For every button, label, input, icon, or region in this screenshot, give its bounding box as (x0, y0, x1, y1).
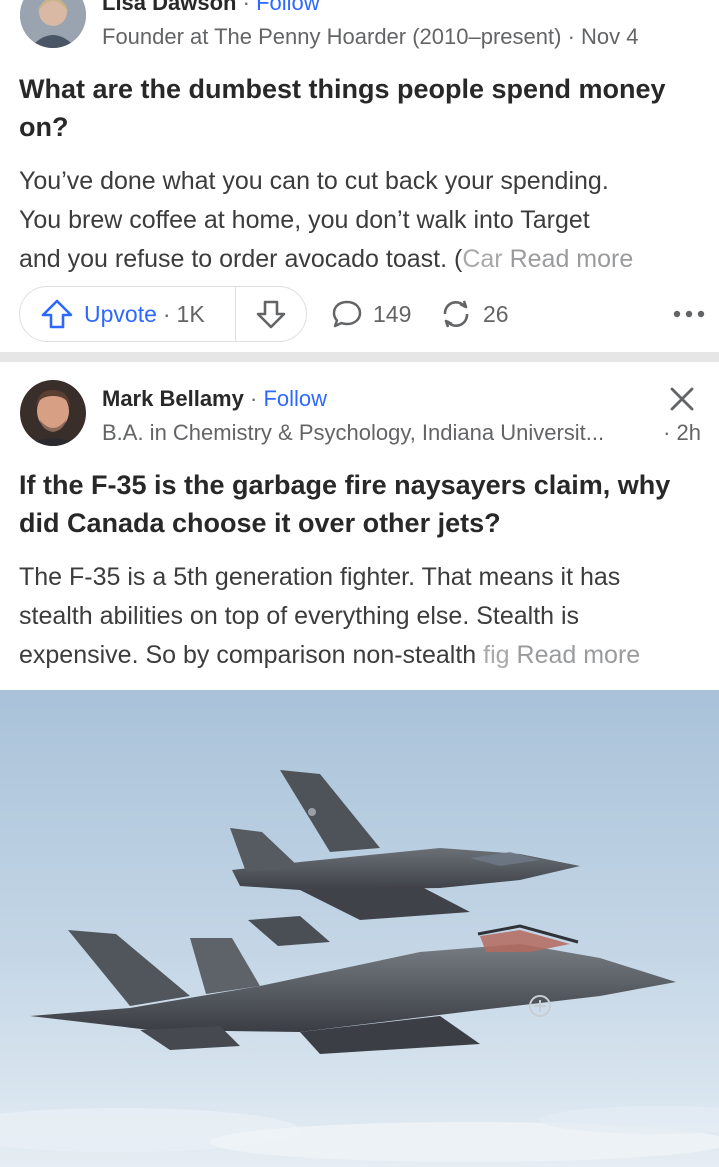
upvote-separator: · (162, 300, 171, 327)
author-line: Lisa Dawson · Follow (102, 0, 320, 16)
feed-post-1: Lisa Dawson · Follow Founder at The Penn… (0, 0, 719, 352)
excerpt-line: You’ve done what you can to cut back you… (19, 167, 609, 195)
question-title[interactable]: If the F-35 is the garbage fire naysayer… (19, 466, 709, 542)
follow-button[interactable]: Follow (263, 386, 327, 411)
excerpt-line-last: expensive. So by comparison non-stealth … (19, 636, 709, 675)
post-date: Nov 4 (581, 24, 639, 49)
question-title[interactable]: What are the dumbest things people spend… (19, 70, 709, 146)
excerpt-line-last: and you refuse to order avocado toast. (… (19, 240, 709, 279)
excerpt-fade: Car (462, 245, 503, 273)
dismiss-button[interactable] (667, 384, 697, 414)
share-count: 26 (483, 300, 509, 327)
downvote-button[interactable] (236, 287, 306, 341)
post-time: · 2h (663, 420, 701, 445)
read-more-link[interactable]: Read more (517, 641, 641, 669)
upvote-label: Upvote (84, 300, 157, 327)
x-icon (670, 387, 694, 411)
feed-post-2: Mark Bellamy · Follow B.A. in Chemistry … (0, 362, 719, 1167)
share-button[interactable]: 26 (439, 286, 509, 342)
upvote-count: 1K (176, 300, 205, 327)
answer-excerpt[interactable]: You’ve done what you can to cut back you… (19, 162, 709, 279)
three-dots-icon (673, 310, 705, 318)
fighter-jets-photo (0, 690, 719, 1167)
feed-separator (0, 352, 719, 362)
excerpt-line: The F-35 is a 5th generation fighter. Th… (19, 563, 621, 591)
speech-bubble-icon (332, 300, 362, 328)
author-name[interactable]: Mark Bellamy (102, 386, 244, 411)
comment-count: 149 (373, 300, 412, 327)
read-more-link[interactable]: Read more (510, 245, 634, 273)
follow-button[interactable]: Follow (256, 0, 320, 15)
author-avatar[interactable] (20, 380, 86, 446)
vote-pill: Upvote · 1K (19, 286, 307, 342)
more-options-button[interactable] (669, 286, 709, 342)
excerpt-fade: fig (483, 641, 510, 669)
author-name[interactable]: Lisa Dawson (102, 0, 236, 15)
arrow-up-outline-icon (41, 299, 73, 329)
author-credential: Founder at The Penny Hoarder (2010–prese… (102, 24, 562, 49)
separator-dot: · (242, 0, 257, 15)
author-line: Mark Bellamy · Follow (102, 386, 327, 412)
separator-dot: · (567, 24, 582, 49)
arrow-down-outline-icon (256, 300, 286, 329)
action-bar: Upvote · 1K 149 26 (19, 286, 709, 342)
separator-dot: · (249, 386, 264, 411)
circular-arrows-icon (443, 300, 469, 328)
excerpt-text: and you refuse to order avocado toast. ( (19, 245, 463, 273)
author-avatar[interactable] (20, 0, 86, 48)
author-credential: B.A. in Chemistry & Psychology, Indiana … (102, 420, 605, 445)
answer-excerpt[interactable]: The F-35 is a 5th generation fighter. Th… (19, 558, 709, 675)
excerpt-line: You brew coffee at home, you don’t walk … (19, 206, 590, 234)
answer-image[interactable] (0, 690, 719, 1167)
excerpt-line: stealth abilities on top of everything e… (19, 602, 580, 630)
excerpt-text: expensive. So by comparison non-stealth (19, 641, 484, 669)
author-credential-line: Founder at The Penny Hoarder (2010–prese… (102, 24, 639, 50)
comment-button[interactable]: 149 (331, 286, 411, 342)
upvote-button[interactable]: Upvote · 1K (20, 287, 235, 341)
